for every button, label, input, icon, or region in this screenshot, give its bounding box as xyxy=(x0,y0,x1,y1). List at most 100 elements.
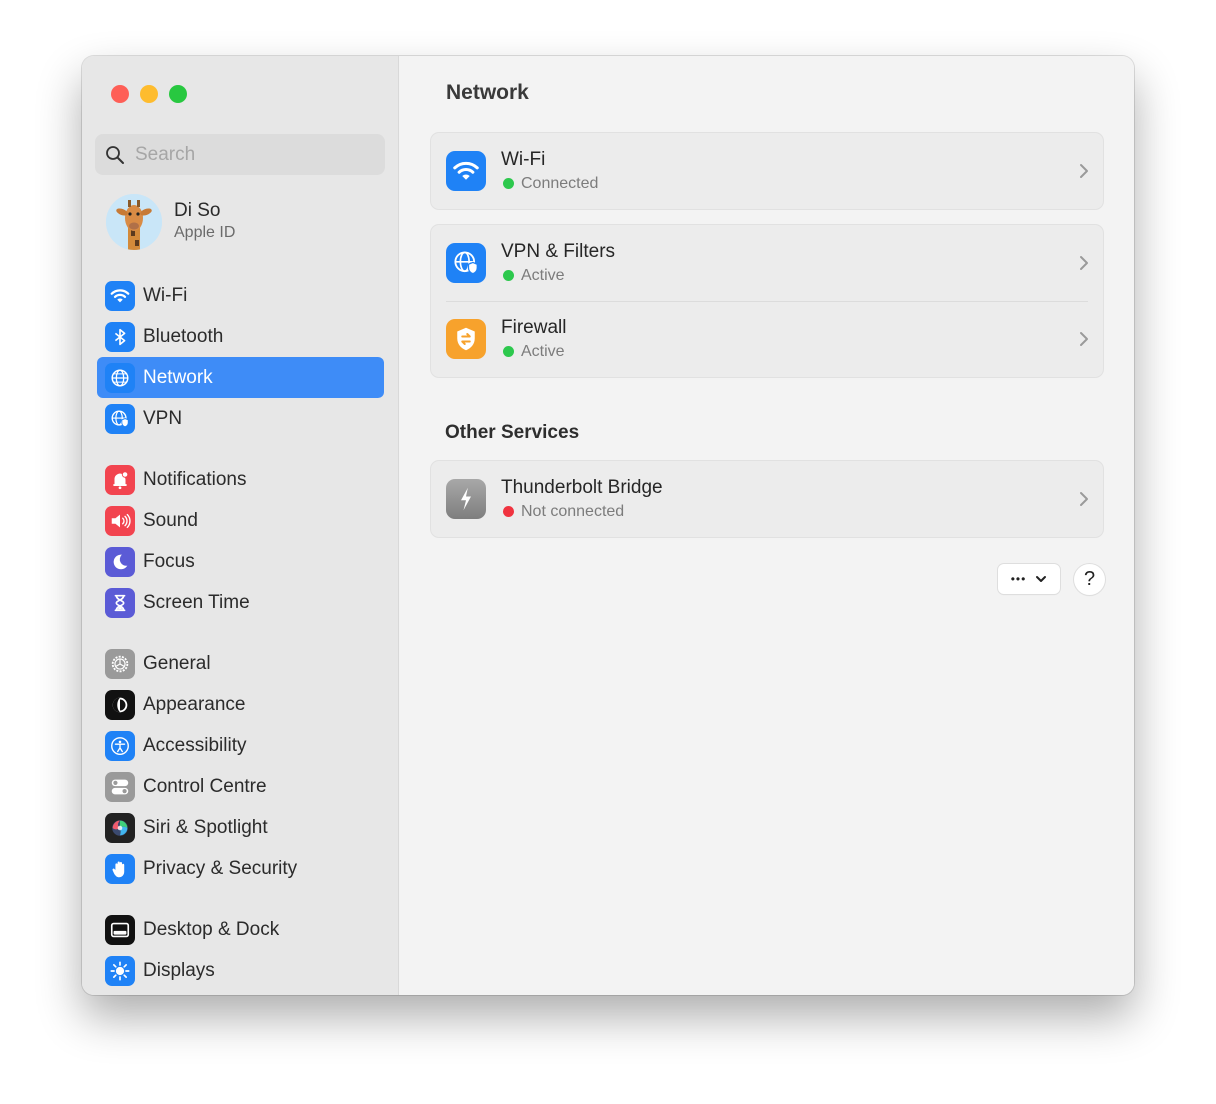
sidebar-item-label: Bluetooth xyxy=(143,325,224,347)
sidebar-group-display: Desktop & Dock Displays xyxy=(97,909,384,991)
minimize-window-button[interactable] xyxy=(140,85,158,103)
account-subtitle: Apple ID xyxy=(174,224,236,241)
sidebar-item-displays[interactable]: Displays xyxy=(97,950,384,991)
page-title: Network xyxy=(446,81,529,104)
appearance-icon xyxy=(105,689,135,720)
sidebar-item-label: Control Centre xyxy=(143,775,267,797)
speaker-icon xyxy=(105,505,135,536)
sidebar-item-appearance[interactable]: Appearance xyxy=(97,684,384,725)
sidebar-item-label: Appearance xyxy=(143,693,246,715)
toggles-icon xyxy=(105,771,135,802)
chevron-right-icon xyxy=(1080,332,1088,346)
sidebar-item-label: General xyxy=(143,652,211,674)
chevron-down-icon xyxy=(1036,576,1047,582)
status-dot-green xyxy=(503,178,514,189)
dock-icon xyxy=(105,914,135,945)
siri-icon xyxy=(105,812,135,843)
sidebar-item-label: Displays xyxy=(143,959,215,981)
sidebar-item-label: Accessibility xyxy=(143,734,247,756)
ellipsis-icon: ••• xyxy=(1010,572,1027,586)
giraffe-avatar-icon xyxy=(106,194,162,250)
security-card: VPN & Filters Active Firewall Active xyxy=(430,224,1104,378)
status-text: Active xyxy=(521,342,565,360)
row-status: Connected xyxy=(501,173,598,195)
system-settings-window: Di So Apple ID Wi-Fi Bluetooth xyxy=(82,56,1134,995)
sidebar-item-label: Desktop & Dock xyxy=(143,918,280,940)
search-icon xyxy=(106,145,124,164)
network-row-thunderbolt-bridge[interactable]: Thunderbolt Bridge Not connected xyxy=(431,461,1103,537)
sidebar-item-label: VPN xyxy=(143,407,183,429)
bluetooth-icon xyxy=(105,321,135,352)
vpn-globe-shield-icon xyxy=(446,243,486,283)
apple-id-account[interactable]: Di So Apple ID xyxy=(106,194,235,250)
firewall-shield-icon xyxy=(446,319,486,359)
wifi-icon xyxy=(446,151,486,191)
hourglass-icon xyxy=(105,587,135,618)
bell-icon xyxy=(105,464,135,495)
gear-icon xyxy=(105,648,135,679)
sidebar-item-siri-spotlight[interactable]: Siri & Spotlight xyxy=(97,807,384,848)
row-status: Active xyxy=(501,265,615,287)
more-actions-button[interactable]: ••• xyxy=(998,564,1060,594)
network-row-vpn-filters[interactable]: VPN & Filters Active xyxy=(431,225,1103,301)
help-button[interactable]: ? xyxy=(1074,564,1105,595)
status-text: Connected xyxy=(521,174,599,192)
row-title: VPN & Filters xyxy=(501,240,616,262)
sidebar-item-bluetooth[interactable]: Bluetooth xyxy=(97,316,384,357)
sidebar-item-privacy-security[interactable]: Privacy & Security xyxy=(97,848,384,889)
sidebar-item-network[interactable]: Network xyxy=(97,357,384,398)
account-name: Di So xyxy=(174,200,221,221)
sidebar-item-general[interactable]: General xyxy=(97,643,384,684)
sidebar-item-sound[interactable]: Sound xyxy=(97,500,384,541)
sidebar-item-focus[interactable]: Focus xyxy=(97,541,384,582)
zoom-window-button[interactable] xyxy=(169,85,187,103)
network-row-wifi[interactable]: Wi-Fi Connected xyxy=(431,133,1103,209)
sidebar-item-label: Focus xyxy=(143,550,195,572)
row-status: Active xyxy=(501,341,566,363)
sidebar-item-notifications[interactable]: Notifications xyxy=(97,459,384,500)
sidebar-item-label: Sound xyxy=(143,509,198,531)
search-input[interactable] xyxy=(135,143,375,166)
chevron-right-icon xyxy=(1080,256,1088,270)
network-row-firewall[interactable]: Firewall Active xyxy=(431,301,1103,377)
sidebar-item-desktop-dock[interactable]: Desktop & Dock xyxy=(97,909,384,950)
avatar xyxy=(106,194,162,250)
other-services-card: Thunderbolt Bridge Not connected xyxy=(430,460,1104,538)
sidebar-item-control-centre[interactable]: Control Centre xyxy=(97,766,384,807)
sidebar-item-vpn[interactable]: VPN xyxy=(97,398,384,439)
wifi-card: Wi-Fi Connected xyxy=(430,132,1104,210)
sidebar-item-label: Siri & Spotlight xyxy=(143,816,268,838)
status-dot-green xyxy=(503,270,514,281)
sidebar-item-label: Notifications xyxy=(143,468,247,490)
sidebar-item-label: Privacy & Security xyxy=(143,857,298,879)
vpn-globe-shield-icon xyxy=(105,403,135,434)
network-pane: Network Wi-Fi Connected VPN & Filters Ac… xyxy=(400,56,1134,995)
sidebar: Di So Apple ID Wi-Fi Bluetooth xyxy=(82,56,399,995)
status-dot-green xyxy=(503,346,514,357)
sidebar-item-accessibility[interactable]: Accessibility xyxy=(97,725,384,766)
thunderbolt-icon xyxy=(446,479,486,519)
status-text: Active xyxy=(521,266,565,284)
sidebar-item-label: Wi-Fi xyxy=(143,284,188,306)
row-status: Not connected xyxy=(501,501,663,523)
chevron-right-icon xyxy=(1080,164,1088,178)
row-title: Firewall xyxy=(501,316,567,338)
other-services-heading: Other Services xyxy=(445,422,580,443)
sidebar-group-connectivity: Wi-Fi Bluetooth Network VPN xyxy=(97,275,384,439)
sidebar-item-wifi[interactable]: Wi-Fi xyxy=(97,275,384,316)
row-title: Thunderbolt Bridge xyxy=(501,476,663,498)
sidebar-item-label: Network xyxy=(143,366,213,388)
hand-icon xyxy=(105,853,135,884)
moon-icon xyxy=(105,546,135,577)
close-window-button[interactable] xyxy=(111,85,129,103)
sidebar-item-screen-time[interactable]: Screen Time xyxy=(97,582,384,623)
status-text: Not connected xyxy=(521,502,625,520)
sidebar-group-system: General Appearance Accessibility Control… xyxy=(97,643,384,889)
status-dot-red xyxy=(503,506,514,517)
traffic-lights xyxy=(111,85,187,103)
search-field[interactable] xyxy=(95,134,385,175)
row-title: Wi-Fi xyxy=(501,148,546,170)
sun-icon xyxy=(105,955,135,986)
sidebar-group-notifications: Notifications Sound Focus Screen Time xyxy=(97,459,384,623)
sidebar-item-label: Screen Time xyxy=(143,591,250,613)
